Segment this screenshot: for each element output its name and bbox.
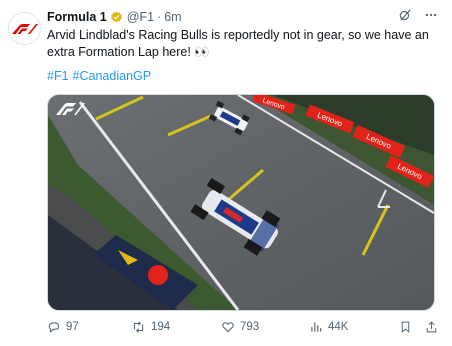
share-icon [426, 321, 437, 333]
like-icon [222, 322, 234, 333]
reply-icon [48, 322, 60, 333]
tweet-text: Arvid Lindblad's Racing Bulls is reporte… [47, 28, 429, 59]
more-icon[interactable] [424, 8, 438, 22]
repost-count: 194 [151, 321, 171, 333]
repost-icon [133, 321, 144, 333]
author-handle[interactable]: @F1 [127, 10, 154, 24]
tweet[interactable]: Formula 1 @F1 · 6m Arvid Lindblad's Raci… [0, 0, 452, 346]
grok-icon[interactable] [398, 8, 412, 22]
timestamp[interactable]: 6m [164, 10, 181, 24]
verified-badge-icon [110, 11, 123, 24]
header-actions [398, 8, 438, 22]
f1-logo-icon [11, 23, 38, 34]
avatar[interactable] [8, 12, 41, 45]
race-photo: Lenovo Lenovo Lenovo Lenovo [48, 95, 434, 310]
bookmark-button[interactable] [399, 320, 412, 334]
views-icon [311, 322, 322, 332]
reply-count: 97 [66, 321, 79, 333]
like-count: 793 [240, 321, 260, 333]
reply-button[interactable]: 97 [47, 320, 79, 334]
bookmark-icon [401, 321, 410, 333]
hashtag-canadiangp[interactable]: #CanadianGP [73, 69, 152, 83]
views-button[interactable]: 44K [309, 320, 348, 334]
share-button[interactable] [425, 320, 438, 334]
author-name[interactable]: Formula 1 [47, 10, 107, 24]
views-count: 44K [328, 321, 349, 333]
media-image[interactable]: Lenovo Lenovo Lenovo Lenovo [47, 94, 435, 311]
action-bar: 97 194 793 44K [47, 320, 442, 338]
like-button[interactable]: 793 [221, 320, 259, 334]
hashtag-f1[interactable]: #F1 [47, 69, 69, 83]
tweet-header: Formula 1 @F1 · 6m [47, 9, 182, 25]
repost-button[interactable]: 194 [131, 320, 170, 334]
hashtags: #F1 #CanadianGP [47, 69, 155, 83]
separator: · [157, 10, 162, 24]
